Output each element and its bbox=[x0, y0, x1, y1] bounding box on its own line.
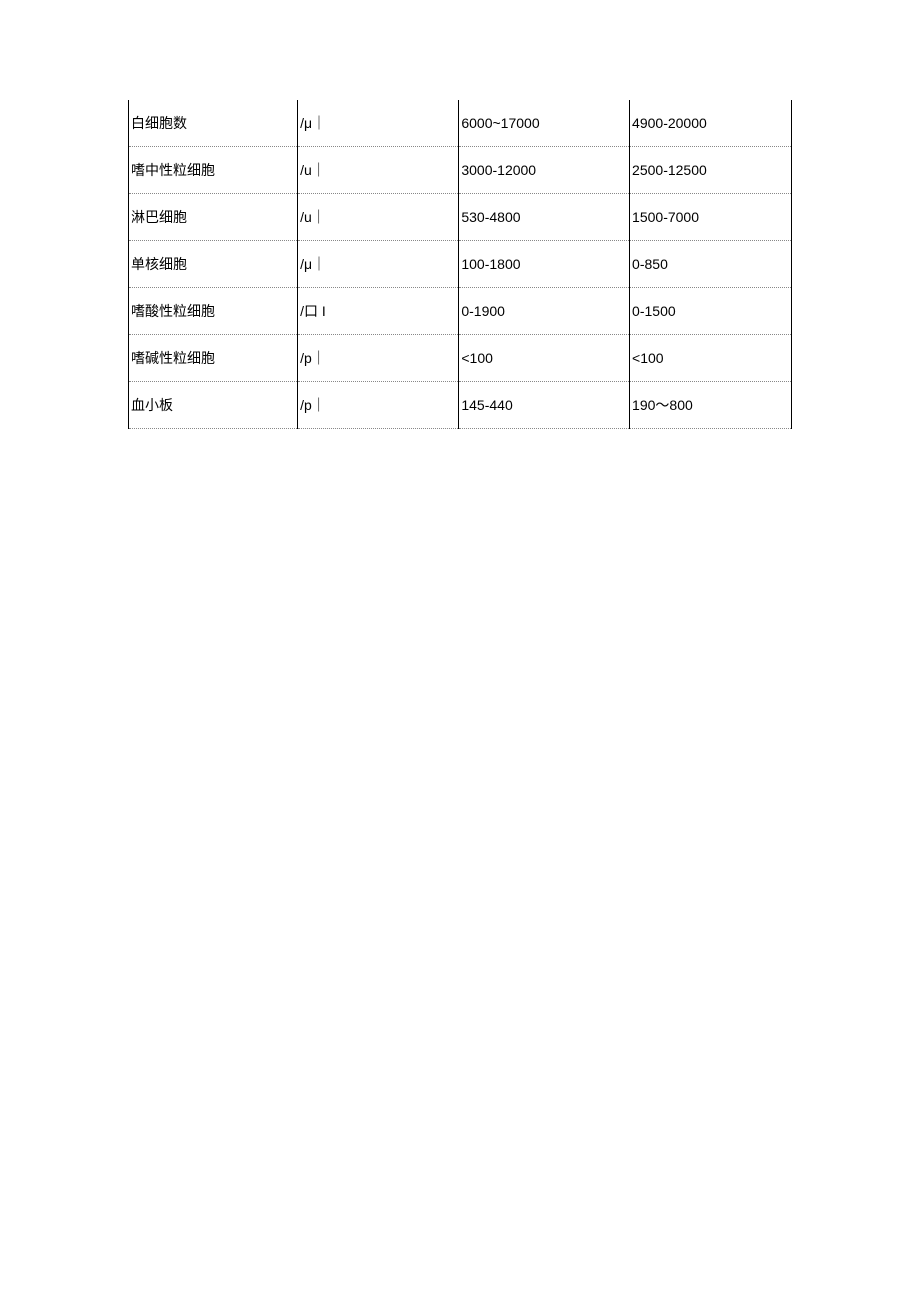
cell-range-1: 145-440 bbox=[459, 382, 630, 429]
cell-unit: /p｜ bbox=[298, 335, 459, 382]
document-page: 白细胞数 /μ｜ 6000~17000 4900-20000 嗜中性粒细胞 /u… bbox=[0, 0, 920, 1301]
cell-range-2: 0-1500 bbox=[630, 288, 792, 335]
cell-range-2: 4900-20000 bbox=[630, 100, 792, 147]
table-row: 嗜酸性粒细胞 /口 I 0-1900 0-1500 bbox=[129, 288, 792, 335]
cell-name: 淋巴细胞 bbox=[129, 194, 298, 241]
table-row: 血小板 /p｜ 145-440 190～800 bbox=[129, 382, 792, 429]
table-row: 嗜中性粒细胞 /u｜ 3000-12000 2500-12500 bbox=[129, 147, 792, 194]
cell-range-2: 2500-12500 bbox=[630, 147, 792, 194]
cell-range-2: 0-850 bbox=[630, 241, 792, 288]
cell-name: 嗜碱性粒细胞 bbox=[129, 335, 298, 382]
cell-range-1: 6000~17000 bbox=[459, 100, 630, 147]
cell-unit: /口 I bbox=[298, 288, 459, 335]
cell-name: 嗜中性粒细胞 bbox=[129, 147, 298, 194]
cell-unit: /μ｜ bbox=[298, 241, 459, 288]
table-row: 嗜碱性粒细胞 /p｜ <100 <100 bbox=[129, 335, 792, 382]
cell-range-2: 190～800 bbox=[630, 382, 792, 429]
cell-unit: /μ｜ bbox=[298, 100, 459, 147]
cell-name: 嗜酸性粒细胞 bbox=[129, 288, 298, 335]
cell-range-1: 100-1800 bbox=[459, 241, 630, 288]
table-row: 单核细胞 /μ｜ 100-1800 0-850 bbox=[129, 241, 792, 288]
cell-unit: /u｜ bbox=[298, 194, 459, 241]
cell-range-1: 3000-12000 bbox=[459, 147, 630, 194]
cell-name: 单核细胞 bbox=[129, 241, 298, 288]
blood-cell-table: 白细胞数 /μ｜ 6000~17000 4900-20000 嗜中性粒细胞 /u… bbox=[128, 100, 792, 429]
cell-range-2: <100 bbox=[630, 335, 792, 382]
cell-range-1: 0-1900 bbox=[459, 288, 630, 335]
cell-unit: /p｜ bbox=[298, 382, 459, 429]
cell-range-2: 1500-7000 bbox=[630, 194, 792, 241]
table-row: 淋巴细胞 /u｜ 530-4800 1500-7000 bbox=[129, 194, 792, 241]
cell-name: 血小板 bbox=[129, 382, 298, 429]
cell-name: 白细胞数 bbox=[129, 100, 298, 147]
cell-unit: /u｜ bbox=[298, 147, 459, 194]
table-row: 白细胞数 /μ｜ 6000~17000 4900-20000 bbox=[129, 100, 792, 147]
data-table-container: 白细胞数 /μ｜ 6000~17000 4900-20000 嗜中性粒细胞 /u… bbox=[128, 100, 792, 429]
cell-range-1: 530-4800 bbox=[459, 194, 630, 241]
cell-range-1: <100 bbox=[459, 335, 630, 382]
